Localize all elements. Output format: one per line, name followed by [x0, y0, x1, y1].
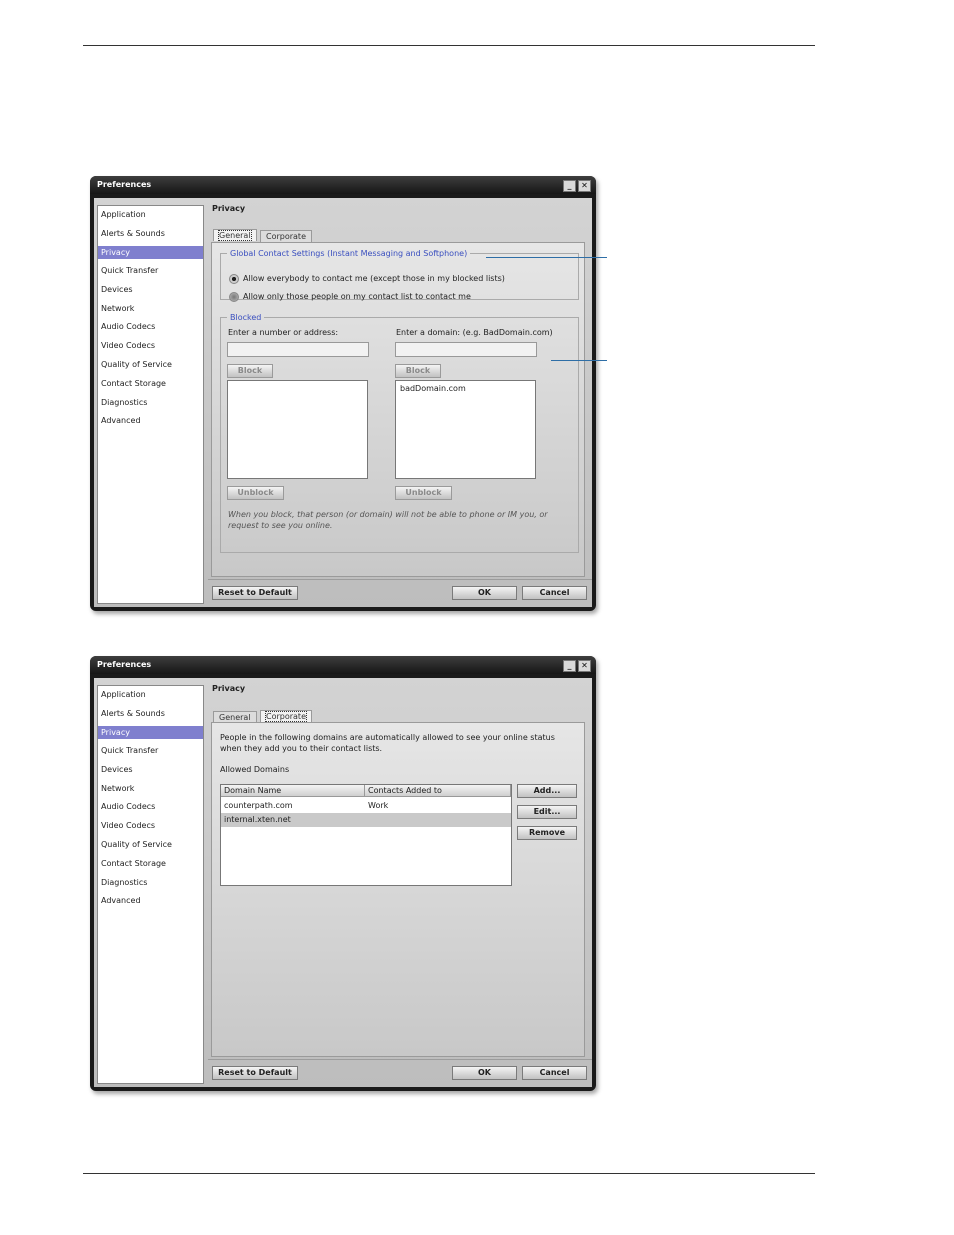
column-header-contacts-added-to[interactable]: Contacts Added to — [365, 785, 511, 797]
list-item[interactable]: badDomain.com — [400, 384, 466, 393]
nav-item-application[interactable]: Application — [98, 208, 203, 221]
radio-allow-everybody[interactable] — [229, 274, 239, 284]
page-title: Privacy — [212, 684, 246, 693]
nav-item-quality-of-service[interactable]: Quality of Service — [98, 358, 203, 371]
tab-corporate[interactable]: Corporate — [260, 230, 312, 242]
blocked-domains-list[interactable]: badDomain.com — [395, 380, 536, 479]
nav-item-advanced[interactable]: Advanced — [98, 414, 203, 427]
footer-divider — [208, 1059, 592, 1060]
nav-item-advanced[interactable]: Advanced — [98, 894, 203, 907]
remove-domain-button[interactable]: Remove — [517, 826, 577, 840]
block-hint-text: When you block, that person (or domain) … — [228, 510, 548, 530]
cancel-button[interactable]: Cancel — [522, 1066, 587, 1080]
nav-item-diagnostics[interactable]: Diagnostics — [98, 876, 203, 889]
nav-item-devices[interactable]: Devices — [98, 763, 203, 776]
tab-corporate[interactable]: Corporate — [260, 710, 312, 722]
table-cell-domain: counterpath.com — [224, 801, 293, 810]
close-icon[interactable]: ✕ — [578, 180, 591, 192]
window-body: Application Alerts & Sounds Privacy Quic… — [94, 198, 592, 607]
nav-item-contact-storage[interactable]: Contact Storage — [98, 377, 203, 390]
unblock-number-button[interactable]: Unblock — [227, 486, 284, 500]
reset-to-default-button[interactable]: Reset to Default — [212, 1066, 298, 1080]
nav-item-alerts-sounds[interactable]: Alerts & Sounds — [98, 707, 203, 720]
blocked-group: Blocked Enter a number or address: Enter… — [220, 313, 579, 553]
blocked-numbers-list[interactable] — [227, 380, 368, 479]
page-title: Privacy — [212, 204, 246, 213]
unblock-domain-button[interactable]: Unblock — [395, 486, 452, 500]
nav-item-quick-transfer[interactable]: Quick Transfer — [98, 264, 203, 277]
callout-line-global-settings — [486, 257, 607, 258]
nav-item-devices[interactable]: Devices — [98, 283, 203, 296]
radio-allow-everybody-label: Allow everybody to contact me (except th… — [243, 274, 505, 283]
block-number-button[interactable]: Block — [227, 364, 273, 378]
nav-item-quick-transfer[interactable]: Quick Transfer — [98, 744, 203, 757]
number-input[interactable] — [227, 342, 369, 357]
footer-divider — [208, 579, 592, 580]
preferences-nav: Application Alerts & Sounds Privacy Quic… — [97, 685, 204, 1084]
ok-button[interactable]: OK — [452, 586, 517, 600]
table-row[interactable]: counterpath.com Work — [221, 799, 511, 813]
callout-line-blocked — [551, 360, 607, 361]
nav-item-privacy[interactable]: Privacy — [98, 726, 203, 739]
global-contact-settings-legend: Global Contact Settings (Instant Messagi… — [230, 249, 468, 258]
allowed-domains-label: Allowed Domains — [220, 765, 290, 774]
window-title: Preferences — [97, 660, 152, 669]
nav-item-application[interactable]: Application — [98, 688, 203, 701]
number-label: Enter a number or address: — [228, 328, 339, 337]
title-bar[interactable]: Preferences _ ✕ — [90, 656, 596, 674]
nav-item-quality-of-service[interactable]: Quality of Service — [98, 838, 203, 851]
add-domain-button[interactable]: Add... — [517, 784, 577, 798]
general-panel: Global Contact Settings (Instant Messagi… — [211, 242, 585, 577]
table-cell-group: Work — [368, 801, 389, 810]
nav-item-alerts-sounds[interactable]: Alerts & Sounds — [98, 227, 203, 240]
nav-item-network[interactable]: Network — [98, 782, 203, 795]
domain-label: Enter a domain: (e.g. BadDomain.com) — [396, 328, 553, 337]
blocked-legend: Blocked — [230, 313, 262, 322]
tab-general[interactable]: General — [213, 229, 257, 241]
nav-item-video-codecs[interactable]: Video Codecs — [98, 819, 203, 832]
reset-to-default-button[interactable]: Reset to Default — [212, 586, 298, 600]
domain-input[interactable] — [395, 342, 537, 357]
nav-item-audio-codecs[interactable]: Audio Codecs — [98, 800, 203, 813]
corporate-panel: People in the following domains are auto… — [211, 722, 585, 1057]
allowed-domains-table: Domain Name Contacts Added to counterpat… — [220, 784, 512, 886]
nav-item-video-codecs[interactable]: Video Codecs — [98, 339, 203, 352]
nav-item-diagnostics[interactable]: Diagnostics — [98, 396, 203, 409]
nav-item-network[interactable]: Network — [98, 302, 203, 315]
title-bar[interactable]: Preferences _ ✕ — [90, 176, 596, 194]
radio-contact-list-only-label: Allow only those people on my contact li… — [243, 292, 471, 301]
table-row[interactable]: internal.xten.net — [221, 813, 511, 827]
bottom-rule — [83, 1173, 815, 1174]
ok-button[interactable]: OK — [452, 1066, 517, 1080]
window-title: Preferences — [97, 180, 152, 189]
column-header-domain[interactable]: Domain Name — [221, 785, 365, 797]
close-icon[interactable]: ✕ — [578, 660, 591, 672]
nav-item-privacy[interactable]: Privacy — [98, 246, 203, 259]
preferences-window-general: Preferences _ ✕ Application Alerts & Sou… — [90, 176, 596, 611]
nav-item-contact-storage[interactable]: Contact Storage — [98, 857, 203, 870]
corporate-description: People in the following domains are auto… — [220, 733, 555, 753]
edit-domain-button[interactable]: Edit... — [517, 805, 577, 819]
cancel-button[interactable]: Cancel — [522, 586, 587, 600]
nav-item-audio-codecs[interactable]: Audio Codecs — [98, 320, 203, 333]
preferences-nav: Application Alerts & Sounds Privacy Quic… — [97, 205, 204, 604]
top-rule — [83, 45, 815, 46]
minimize-icon[interactable]: _ — [563, 180, 576, 192]
minimize-icon[interactable]: _ — [563, 660, 576, 672]
preferences-window-corporate: Preferences _ ✕ Application Alerts & Sou… — [90, 656, 596, 1091]
radio-contact-list-only[interactable] — [229, 292, 239, 302]
block-domain-button[interactable]: Block — [395, 364, 441, 378]
table-cell-domain: internal.xten.net — [224, 815, 291, 824]
window-body: Application Alerts & Sounds Privacy Quic… — [94, 678, 592, 1087]
